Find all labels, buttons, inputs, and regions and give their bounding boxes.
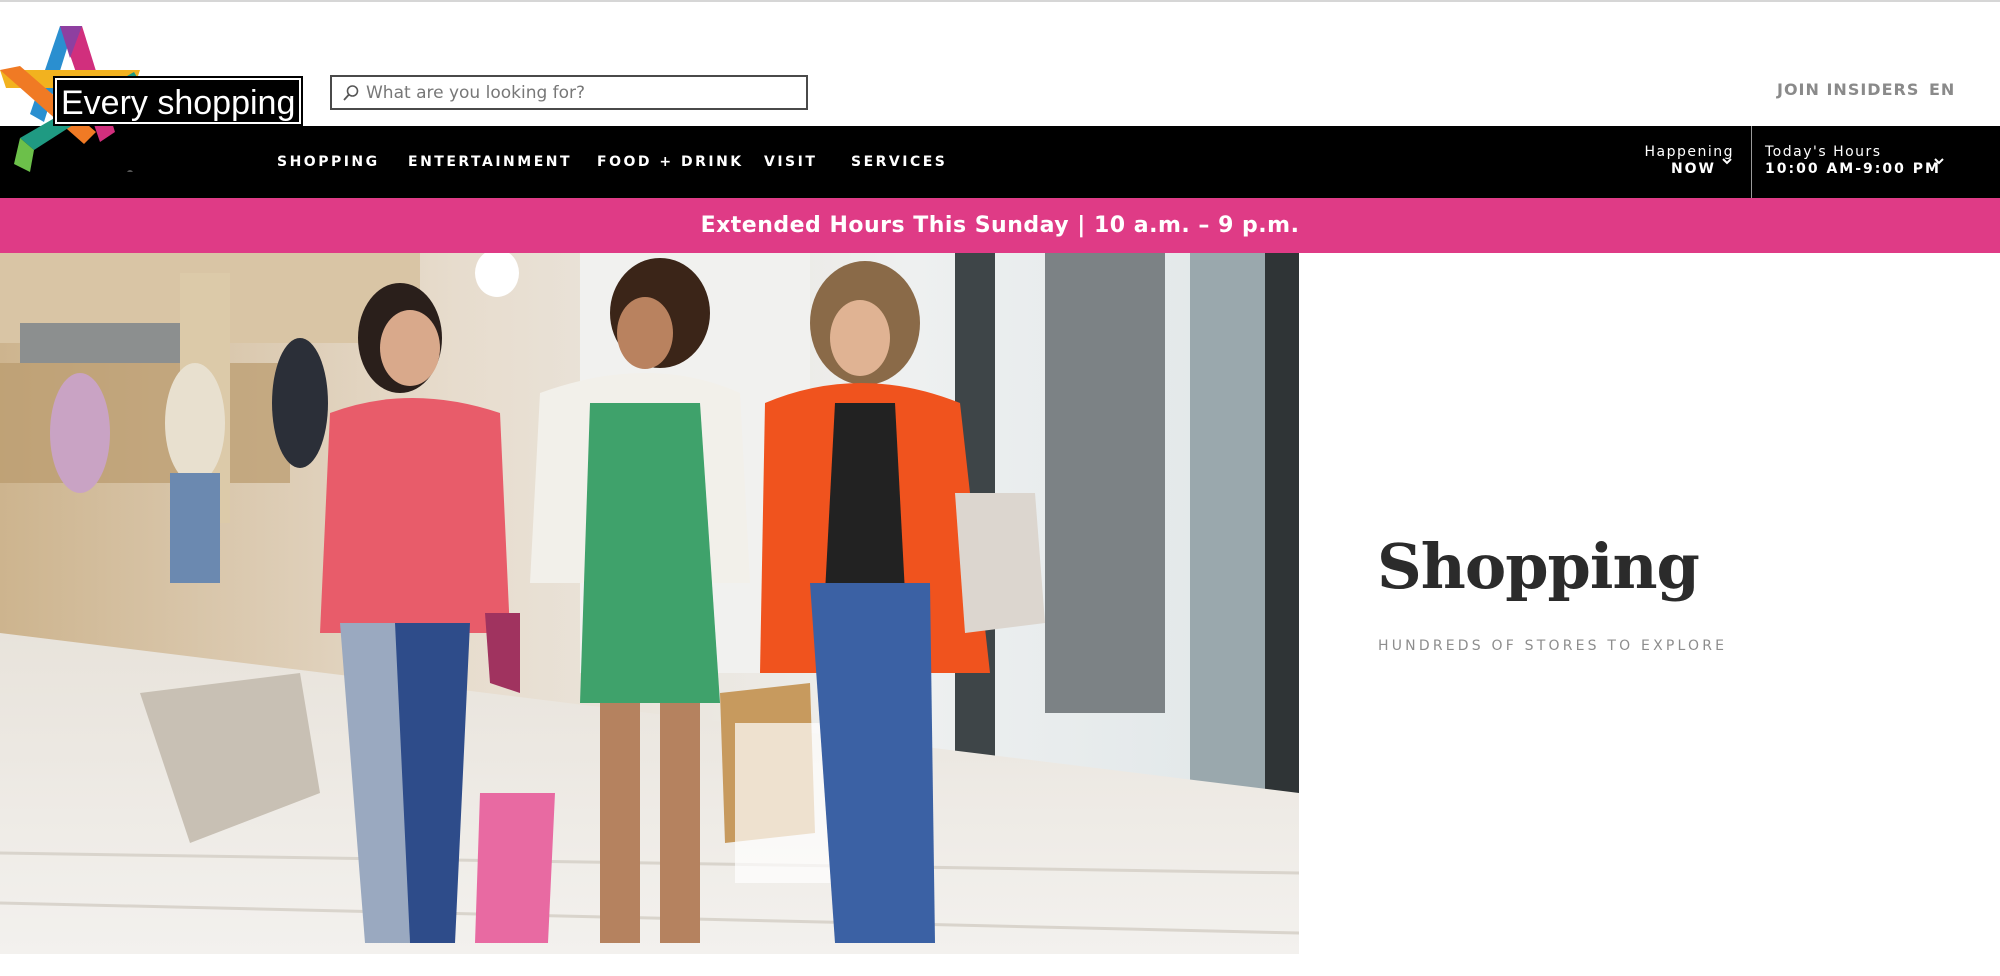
happening-label: Happening [1644,144,1734,160]
todays-hours-dropdown[interactable]: Today's Hours 10:00 AM-9:00 PM [1765,144,1941,178]
logo-caption: Every shopping [52,76,304,126]
announcement-text: Extended Hours This Sunday | 10 a.m. – 9… [700,213,1300,238]
nav-item-food-drink[interactable]: FOOD + DRINK [597,154,744,170]
nav-item-shopping[interactable]: SHOPPING [277,154,380,170]
search-icon [338,80,364,106]
page: JOIN INSIDERS EN Every shopping SHOPPING… [0,0,2000,976]
chevron-down-icon [1722,158,1732,165]
happening-now-dropdown[interactable]: Happening NOW [1600,144,1734,178]
announcement-banner[interactable]: Extended Hours This Sunday | 10 a.m. – 9… [0,198,2000,253]
nav-item-entertainment[interactable]: ENTERTAINMENT [408,154,572,170]
main-navigation: SHOPPING ENTERTAINMENT FOOD + DRINK VISI… [0,126,2000,198]
happening-now-label: NOW [1670,161,1716,177]
hero-subtitle: HUNDREDS OF STORES TO EXPLORE [1378,638,1728,654]
join-insiders-link[interactable]: JOIN INSIDERS [1777,80,1919,99]
nav-item-visit[interactable]: VISIT [764,154,817,170]
search-bar[interactable] [330,75,808,110]
nav-item-services[interactable]: SERVICES [851,154,947,170]
language-selector[interactable]: EN [1929,80,1955,99]
hero-title: Shopping [1377,530,1700,603]
nav-divider [1751,126,1752,198]
todays-hours-value: 10:00 AM-9:00 PM [1765,161,1941,177]
chevron-down-icon [1934,158,1944,165]
hero-image [0,253,1299,954]
search-input[interactable] [366,82,796,103]
todays-hours-label: Today's Hours [1765,144,1882,160]
